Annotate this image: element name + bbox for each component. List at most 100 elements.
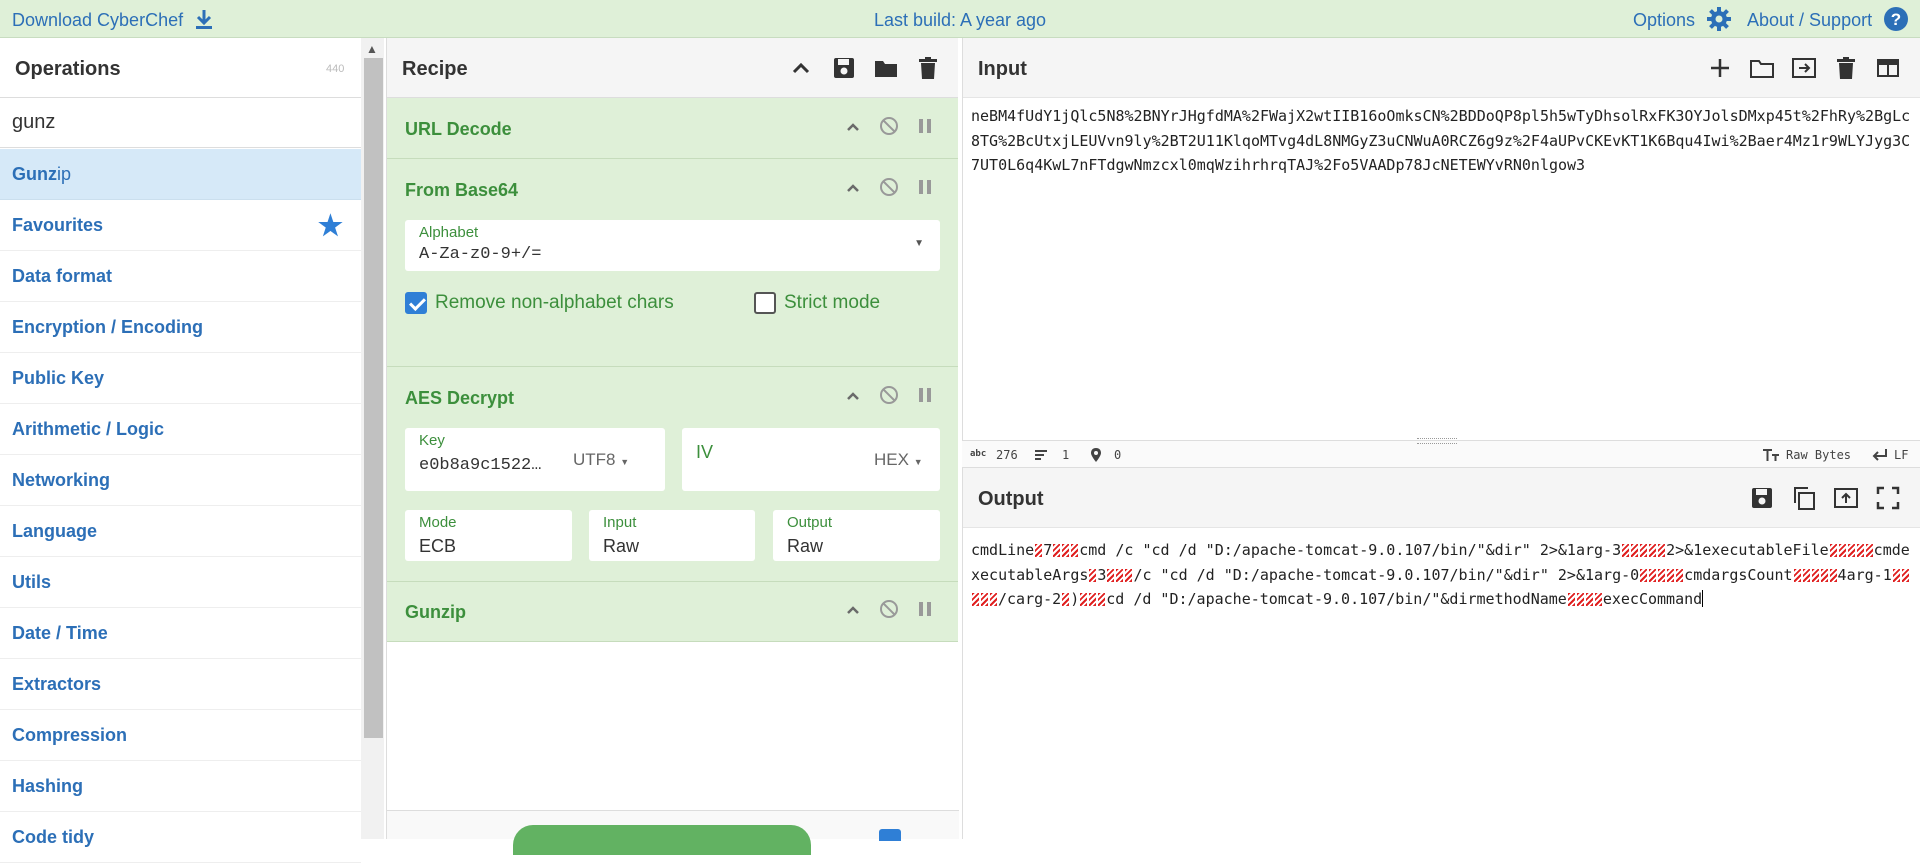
key-value: e0b8a9c1522… xyxy=(419,456,542,475)
category-hashing[interactable]: Hashing xyxy=(0,761,361,812)
strict-mode-checkbox[interactable]: Strict mode xyxy=(754,292,880,314)
scroll-up-icon[interactable]: ▲ xyxy=(366,42,378,56)
pause-icon[interactable] xyxy=(917,385,933,405)
category-data-format[interactable]: Data format xyxy=(0,251,361,302)
disable-icon[interactable] xyxy=(879,599,899,619)
category-networking[interactable]: Networking xyxy=(0,455,361,506)
help-icon: ? xyxy=(1884,7,1909,32)
save-output-icon[interactable] xyxy=(1749,485,1775,511)
char-count-icon: abc xyxy=(970,449,987,459)
control-char-icon xyxy=(1071,544,1079,557)
download-label: Download CyberChef xyxy=(12,10,184,30)
control-char-icon xyxy=(1053,544,1061,557)
input-title: Input xyxy=(978,58,1027,80)
mode-select[interactable]: Mode ECB xyxy=(405,510,572,561)
clear-input-icon[interactable] xyxy=(1833,55,1859,81)
control-char-icon xyxy=(1676,568,1684,582)
alphabet-label: Alphabet xyxy=(419,224,479,241)
category-label: Favourites xyxy=(12,215,104,235)
disable-icon[interactable] xyxy=(879,116,899,136)
mode-label: Mode xyxy=(419,514,457,531)
pause-icon[interactable] xyxy=(917,177,933,197)
options-button[interactable]: Options xyxy=(1633,0,1732,38)
result-rest: ip xyxy=(57,164,72,184)
open-folder-icon[interactable] xyxy=(1749,55,1775,81)
recipe-op-url-decode[interactable]: URL Decode xyxy=(387,98,958,159)
control-char-icon xyxy=(1829,568,1837,582)
encoding-raw-bytes[interactable]: Raw Bytes xyxy=(1786,448,1851,462)
char-count: 276 xyxy=(996,448,1018,462)
chevron-up-icon[interactable] xyxy=(844,118,862,136)
pause-icon[interactable] xyxy=(917,599,933,619)
category-public-key[interactable]: Public Key xyxy=(0,353,361,404)
output-segment: cmdLine xyxy=(971,541,1035,559)
auto-bake-checkbox[interactable] xyxy=(879,829,901,841)
control-char-icon xyxy=(1631,544,1639,557)
recipe-op-from-base64[interactable]: From Base64 Alphabet A-Za-z0-9+/= ▼ Remo… xyxy=(387,159,958,367)
open-file-icon[interactable] xyxy=(1791,55,1817,81)
output-text[interactable]: cmdLine 7 cmd /c "cd /d "D:/apache-tomcat-… xyxy=(971,538,1915,612)
output-segment: execCommand xyxy=(1602,590,1703,608)
save-recipe-icon[interactable] xyxy=(831,55,857,81)
category-encryption-encoding[interactable]: Encryption / Encoding xyxy=(0,302,361,353)
key-encoding-dropdown[interactable]: UTF8 ▼ xyxy=(573,450,629,470)
output-segment: ) xyxy=(1070,590,1080,608)
key-field[interactable]: Key e0b8a9c1522… UTF8 ▼ xyxy=(405,428,665,491)
recipe-title: Recipe xyxy=(402,58,468,80)
category-label: Hashing xyxy=(12,776,84,796)
search-input[interactable] xyxy=(0,98,360,146)
alphabet-select[interactable]: Alphabet A-Za-z0-9+/= ▼ xyxy=(405,220,940,271)
category-compression[interactable]: Compression xyxy=(0,710,361,761)
control-char-icon xyxy=(1116,568,1124,582)
chevron-up-icon[interactable] xyxy=(844,601,862,619)
scrollbar-thumb[interactable] xyxy=(364,58,383,738)
category-extractors[interactable]: Extractors xyxy=(0,659,361,710)
clear-recipe-icon[interactable] xyxy=(915,55,941,81)
control-char-icon xyxy=(1622,544,1630,557)
output-segment: cd /d "D:/apache-tomcat-9.0.107/bin/"&di… xyxy=(1106,590,1567,608)
copy-output-icon[interactable] xyxy=(1791,485,1817,511)
category-code-tidy[interactable]: Code tidy xyxy=(0,812,361,863)
load-recipe-icon[interactable] xyxy=(873,55,899,81)
output-format-select[interactable]: Output Raw xyxy=(773,510,940,561)
remove-nonalphabet-checkbox[interactable]: Remove non-alphabet chars xyxy=(405,292,674,314)
category-label: Code tidy xyxy=(12,827,95,847)
iv-field[interactable]: IV HEX ▼ xyxy=(682,428,940,491)
resize-handle[interactable] xyxy=(1417,438,1457,444)
collapse-all-icon[interactable] xyxy=(788,55,814,81)
input-format-select[interactable]: Input Raw xyxy=(589,510,755,561)
iv-encoding-dropdown[interactable]: HEX ▼ xyxy=(874,450,923,470)
category-language[interactable]: Language xyxy=(0,506,361,557)
output-title: Output xyxy=(978,488,1044,510)
operations-scrollbar[interactable]: ▲ xyxy=(361,38,384,839)
input-header: Input xyxy=(963,38,1920,98)
text-size-icon xyxy=(1763,449,1779,461)
maximise-icon[interactable] xyxy=(1875,485,1901,511)
replace-input-icon[interactable] xyxy=(1833,485,1859,511)
chevron-up-icon[interactable] xyxy=(844,387,862,405)
search-result-gunzip[interactable]: Gunzip xyxy=(0,149,361,200)
download-cyberchef-link[interactable]: Download CyberChef xyxy=(12,0,214,38)
disable-icon[interactable] xyxy=(879,385,899,405)
category-favourites[interactable]: Favourites ★ xyxy=(0,200,361,251)
bake-button[interactable] xyxy=(513,825,811,855)
category-arithmetic-logic[interactable]: Arithmetic / Logic xyxy=(0,404,361,455)
line-ending[interactable]: LF xyxy=(1894,448,1908,462)
control-char-icon xyxy=(1107,568,1115,582)
pause-icon[interactable] xyxy=(917,116,933,136)
output-segment: 2>&1executableFile xyxy=(1666,541,1829,559)
input-format-value: Raw xyxy=(603,536,640,556)
category-utils[interactable]: Utils xyxy=(0,557,361,608)
recipe-op-gunzip[interactable]: Gunzip xyxy=(387,582,958,642)
key-encoding-label: UTF8 xyxy=(573,450,616,469)
chevron-up-icon[interactable] xyxy=(844,179,862,197)
add-tab-icon[interactable] xyxy=(1707,55,1733,81)
input-text[interactable]: neBM4fUdY1jQlc5N8%2BNYrJHgfdMA%2FWajX2wt… xyxy=(971,104,1915,178)
text-cursor xyxy=(1702,590,1704,607)
about-support-button[interactable]: About / Support ? xyxy=(1747,0,1909,38)
disable-icon[interactable] xyxy=(879,177,899,197)
recipe-op-aes-decrypt[interactable]: AES Decrypt Key e0b8a9c1522… UTF8 ▼ IV H… xyxy=(387,367,958,582)
category-date-time[interactable]: Date / Time xyxy=(0,608,361,659)
control-char-icon xyxy=(1847,544,1855,557)
reset-layout-icon[interactable] xyxy=(1875,55,1901,81)
